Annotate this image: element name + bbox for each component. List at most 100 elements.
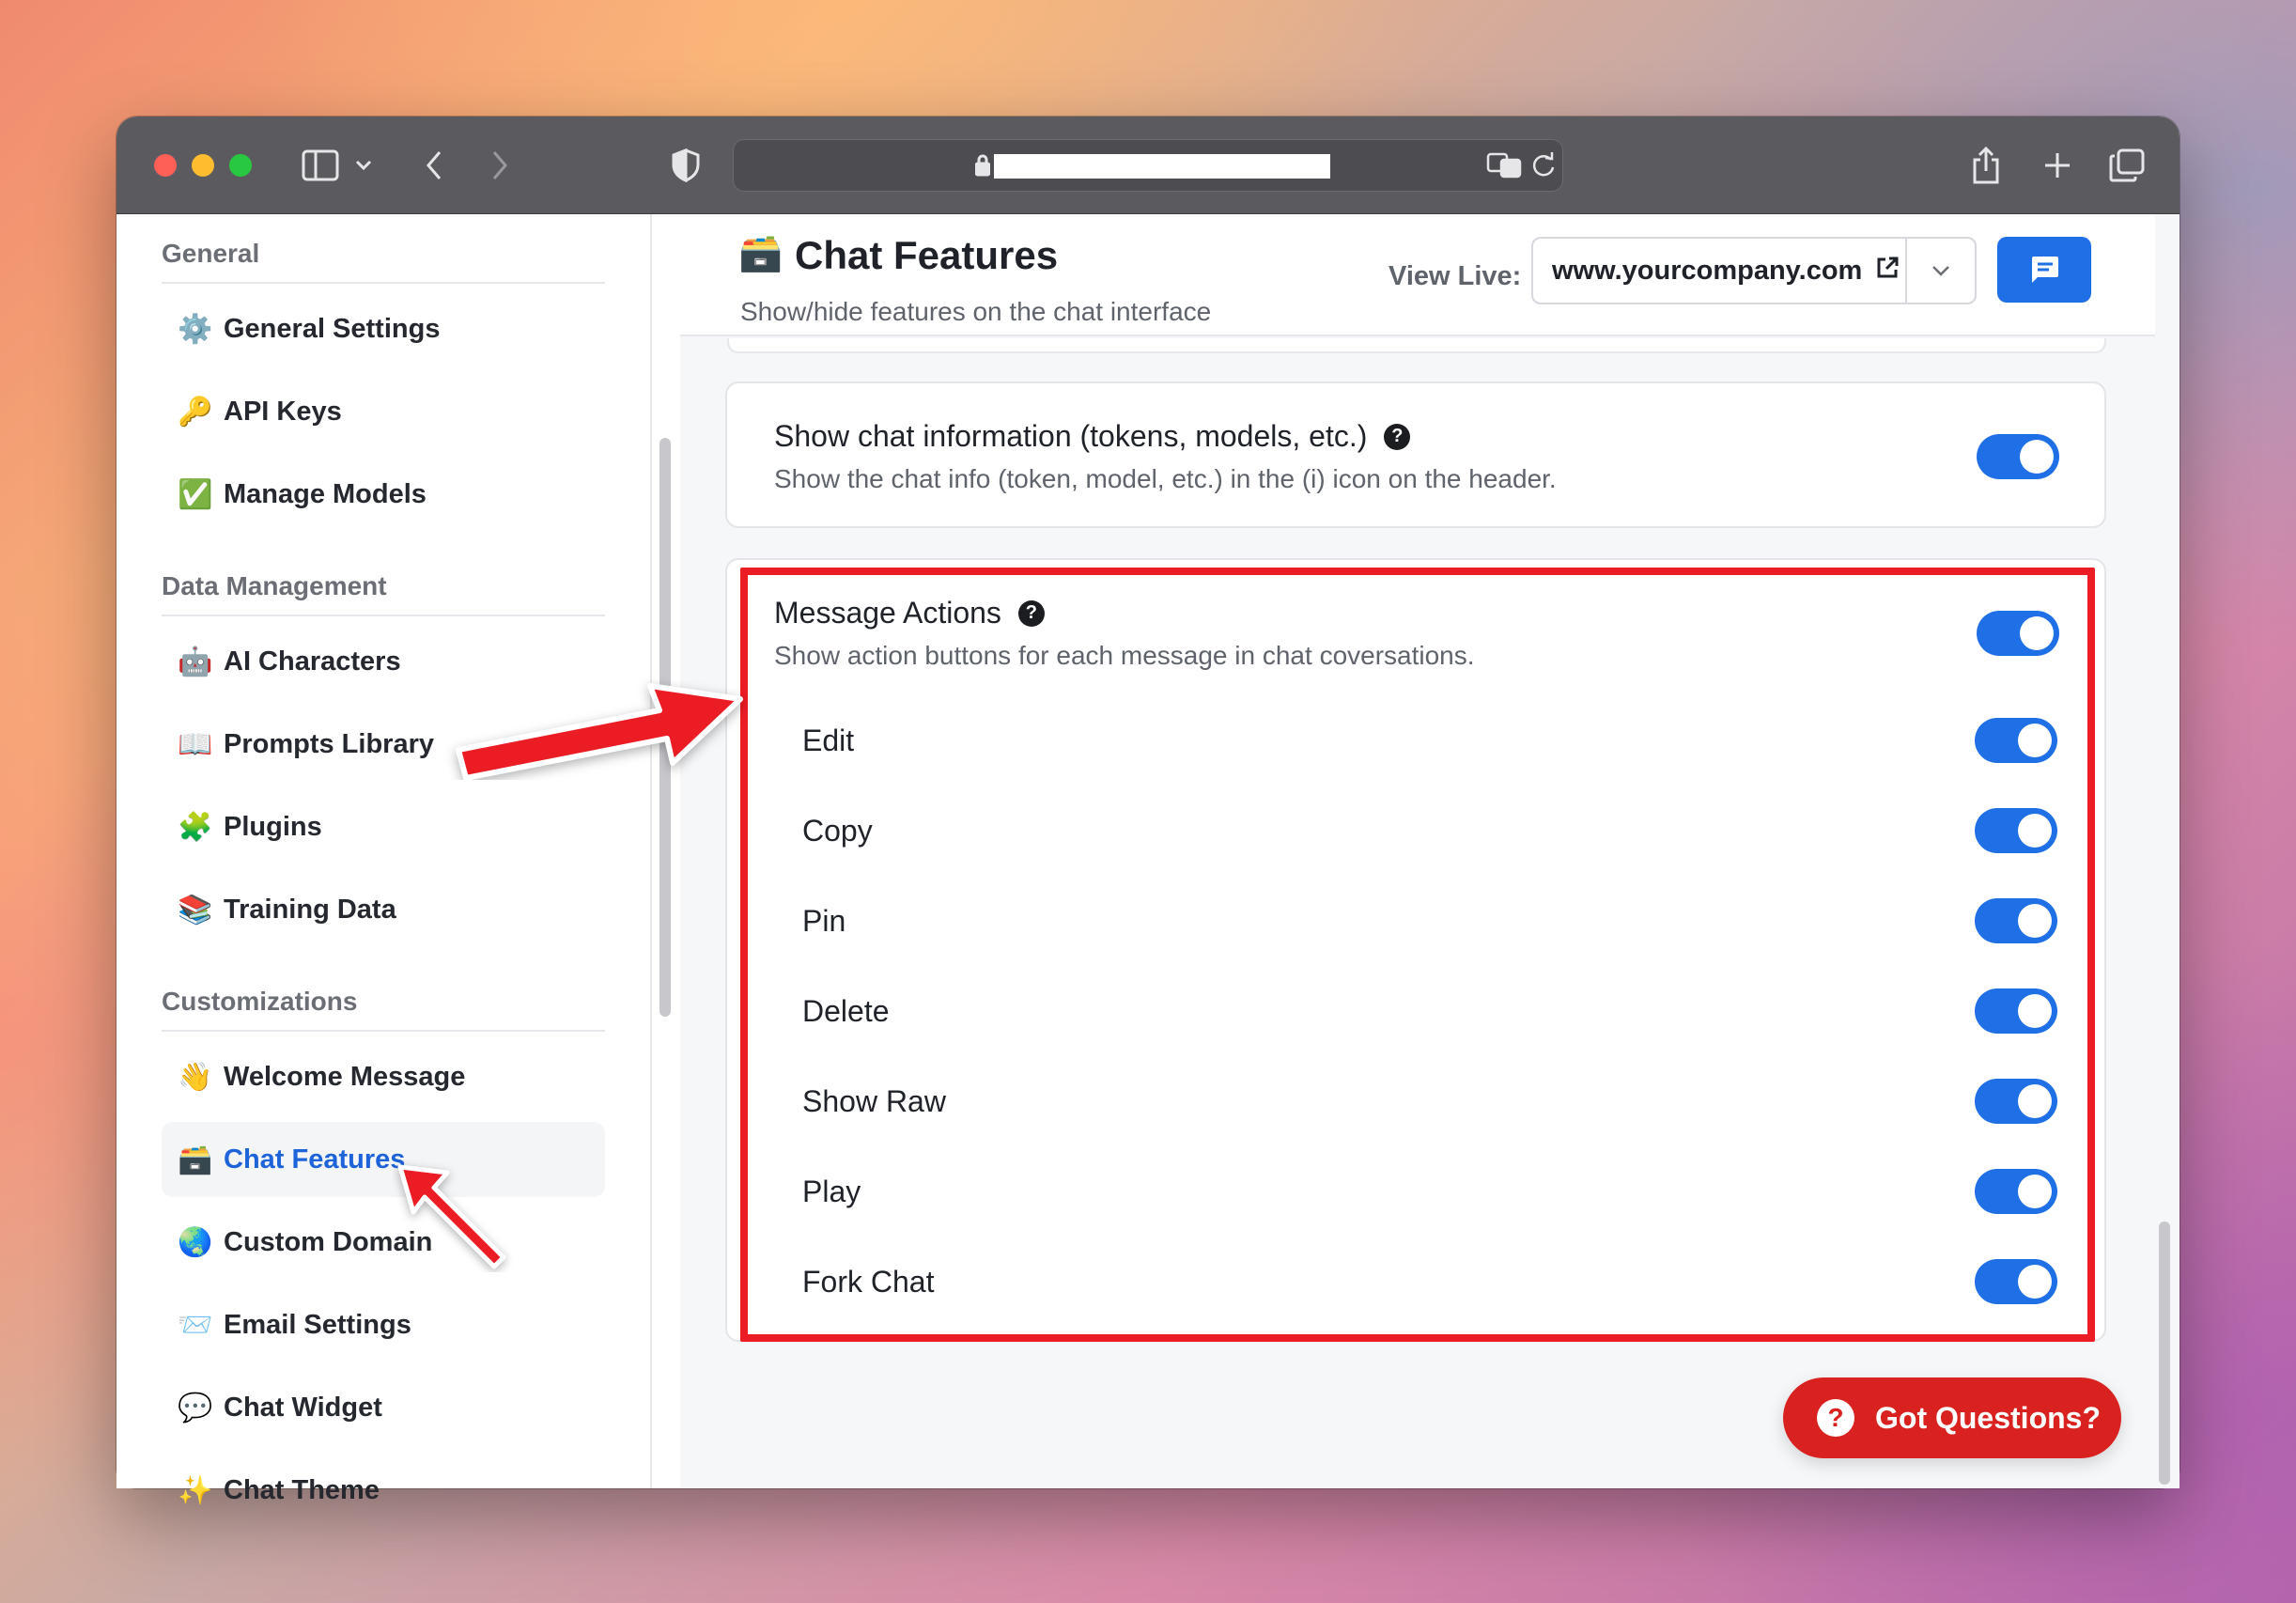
sidebar-item-chat-theme[interactable]: ✨ Chat Theme: [162, 1453, 605, 1528]
action-toggle-fork-chat[interactable]: [1975, 1259, 2057, 1304]
sidebar-item-email-settings[interactable]: 📨 Email Settings: [162, 1287, 605, 1362]
sidebar-item-label: Manage Models: [224, 478, 427, 509]
gear-icon: ⚙️: [178, 313, 213, 345]
page-header: 🗃️ Chat Features Show/hide features on t…: [680, 214, 2155, 336]
section-title-customizations: Customizations: [162, 987, 605, 1032]
envelope-icon: 📨: [178, 1309, 213, 1341]
chat-info-description: Show the chat info (token, model, etc.) …: [774, 464, 1557, 493]
open-chat-button[interactable]: [1997, 237, 2091, 303]
sidebar-item-custom-domain[interactable]: 🌏 Custom Domain: [162, 1205, 605, 1280]
sidebar-item-label: AI Characters: [224, 646, 401, 677]
waving-hand-icon: 👋: [178, 1061, 213, 1093]
sidebar-item-general-settings[interactable]: ⚙️ General Settings: [162, 291, 605, 366]
action-label-play: Play: [802, 1175, 861, 1208]
chat-info-title: Show chat information (tokens, models, e…: [774, 419, 1411, 454]
action-toggle-play[interactable]: [1975, 1169, 2057, 1214]
zoom-window-button[interactable]: [229, 154, 252, 177]
forward-icon[interactable]: [483, 143, 517, 188]
chat-info-card: Show chat information (tokens, models, e…: [725, 381, 2106, 528]
main-scrollbar[interactable]: [2159, 1222, 2170, 1485]
message-actions-toggle[interactable]: [1977, 611, 2059, 656]
translate-icon[interactable]: [1484, 143, 1526, 188]
key-icon: 🔑: [178, 396, 213, 428]
action-toggle-pin[interactable]: [1975, 898, 2057, 943]
settings-sidebar: General ⚙️ General Settings 🔑 API Keys ✅…: [116, 214, 652, 1506]
annotation-arrow-to-message-actions: [456, 683, 743, 780]
sidebar-item-label: Email Settings: [224, 1309, 411, 1340]
got-questions-label: Got Questions?: [1875, 1400, 2101, 1435]
message-actions-title-text: Message Actions: [774, 596, 1001, 630]
minimize-window-button[interactable]: [192, 154, 214, 177]
robot-icon: 🤖: [178, 646, 213, 677]
card-box-icon: 🗃️: [738, 234, 783, 273]
action-label-copy: Copy: [802, 814, 873, 848]
action-label-fork-chat: Fork Chat: [802, 1265, 935, 1299]
annotation-arrow-to-chat-features: [397, 1164, 506, 1269]
help-icon[interactable]: ?: [1017, 599, 1045, 627]
card-box-icon: 🗃️: [178, 1144, 213, 1175]
speech-bubble-icon: 💬: [178, 1392, 213, 1424]
back-icon[interactable]: [417, 143, 451, 188]
section-title-data-management: Data Management: [162, 571, 605, 616]
action-toggle-copy[interactable]: [1975, 808, 2057, 853]
view-live-label: View Live:: [1388, 261, 1522, 291]
sidebar-item-label: Welcome Message: [224, 1061, 466, 1092]
tabs-icon[interactable]: [2106, 143, 2148, 188]
page-subtitle: Show/hide features on the chat interface: [740, 297, 1212, 326]
domain-text: www.yourcompany.com: [1552, 255, 1863, 286]
close-window-button[interactable]: [154, 154, 177, 177]
sidebar-item-label: Chat Theme: [224, 1474, 380, 1505]
page-title: Chat Features: [795, 233, 1059, 277]
sidebar-item-chat-features[interactable]: 🗃️ Chat Features: [162, 1122, 605, 1197]
sidebar-item-label: Training Data: [224, 894, 396, 925]
message-actions-title: Message Actions ?: [774, 596, 1045, 630]
lock-icon: [973, 143, 992, 188]
globe-icon: 🌏: [178, 1226, 213, 1258]
books-icon: 📚: [178, 894, 213, 926]
section-title-general: General: [162, 239, 605, 284]
sidebar-item-label: Prompts Library: [224, 728, 434, 759]
action-toggle-edit[interactable]: [1975, 718, 2057, 763]
action-toggle-show-raw[interactable]: [1975, 1079, 2057, 1124]
sidebar-toggle-icon[interactable]: [297, 143, 344, 188]
got-questions-button[interactable]: ? Got Questions?: [1783, 1377, 2121, 1458]
message-actions-card: Message Actions ? Show action buttons fo…: [725, 558, 2106, 1342]
action-label-delete: Delete: [802, 994, 890, 1028]
chat-icon: [2032, 257, 2058, 283]
action-toggle-delete[interactable]: [1975, 988, 2057, 1034]
sidebar-item-plugins[interactable]: 🧩 Plugins: [162, 789, 605, 864]
plus-icon[interactable]: [2039, 143, 2076, 188]
sidebar-item-chat-widget[interactable]: 💬 Chat Widget: [162, 1370, 605, 1445]
sidebar-item-label: Plugins: [224, 811, 322, 842]
shield-icon[interactable]: [667, 143, 705, 188]
question-icon: ?: [1817, 1399, 1854, 1437]
sidebar-item-manage-models[interactable]: ✅ Manage Models: [162, 457, 605, 532]
browser-toolbar: [116, 117, 2180, 214]
domain-link[interactable]: www.yourcompany.com: [1531, 237, 1907, 304]
check-icon: ✅: [178, 478, 213, 510]
sidebar-item-label: API Keys: [224, 396, 342, 427]
chevron-down-icon[interactable]: [349, 143, 378, 188]
action-label-edit: Edit: [802, 724, 855, 757]
book-icon: 📖: [178, 728, 213, 760]
sidebar-item-training-data[interactable]: 📚 Training Data: [162, 872, 605, 947]
puzzle-icon: 🧩: [178, 811, 213, 843]
chat-info-title-text: Show chat information (tokens, models, e…: [774, 419, 1368, 453]
chevron-down-icon: [1932, 266, 1949, 276]
help-icon[interactable]: ?: [1384, 423, 1411, 450]
share-icon[interactable]: [1967, 143, 2005, 188]
sidebar-item-api-keys[interactable]: 🔑 API Keys: [162, 374, 605, 449]
domain-dropdown-button[interactable]: [1905, 237, 1977, 304]
sidebar-item-label: Chat Features: [224, 1144, 406, 1175]
sidebar-item-label: General Settings: [224, 313, 441, 344]
sidebar-item-label: Chat Widget: [224, 1392, 382, 1423]
sparkles-icon: ✨: [178, 1474, 213, 1506]
sidebar-item-welcome-message[interactable]: 👋 Welcome Message: [162, 1039, 605, 1114]
url-redacted: [994, 154, 1330, 179]
chat-info-toggle[interactable]: [1977, 434, 2059, 479]
reload-icon[interactable]: [1529, 143, 1558, 188]
previous-card-bottom: [727, 338, 2106, 353]
action-label-show-raw: Show Raw: [802, 1084, 946, 1118]
action-label-pin: Pin: [802, 904, 846, 938]
message-actions-description: Show action buttons for each message in …: [774, 641, 1475, 670]
